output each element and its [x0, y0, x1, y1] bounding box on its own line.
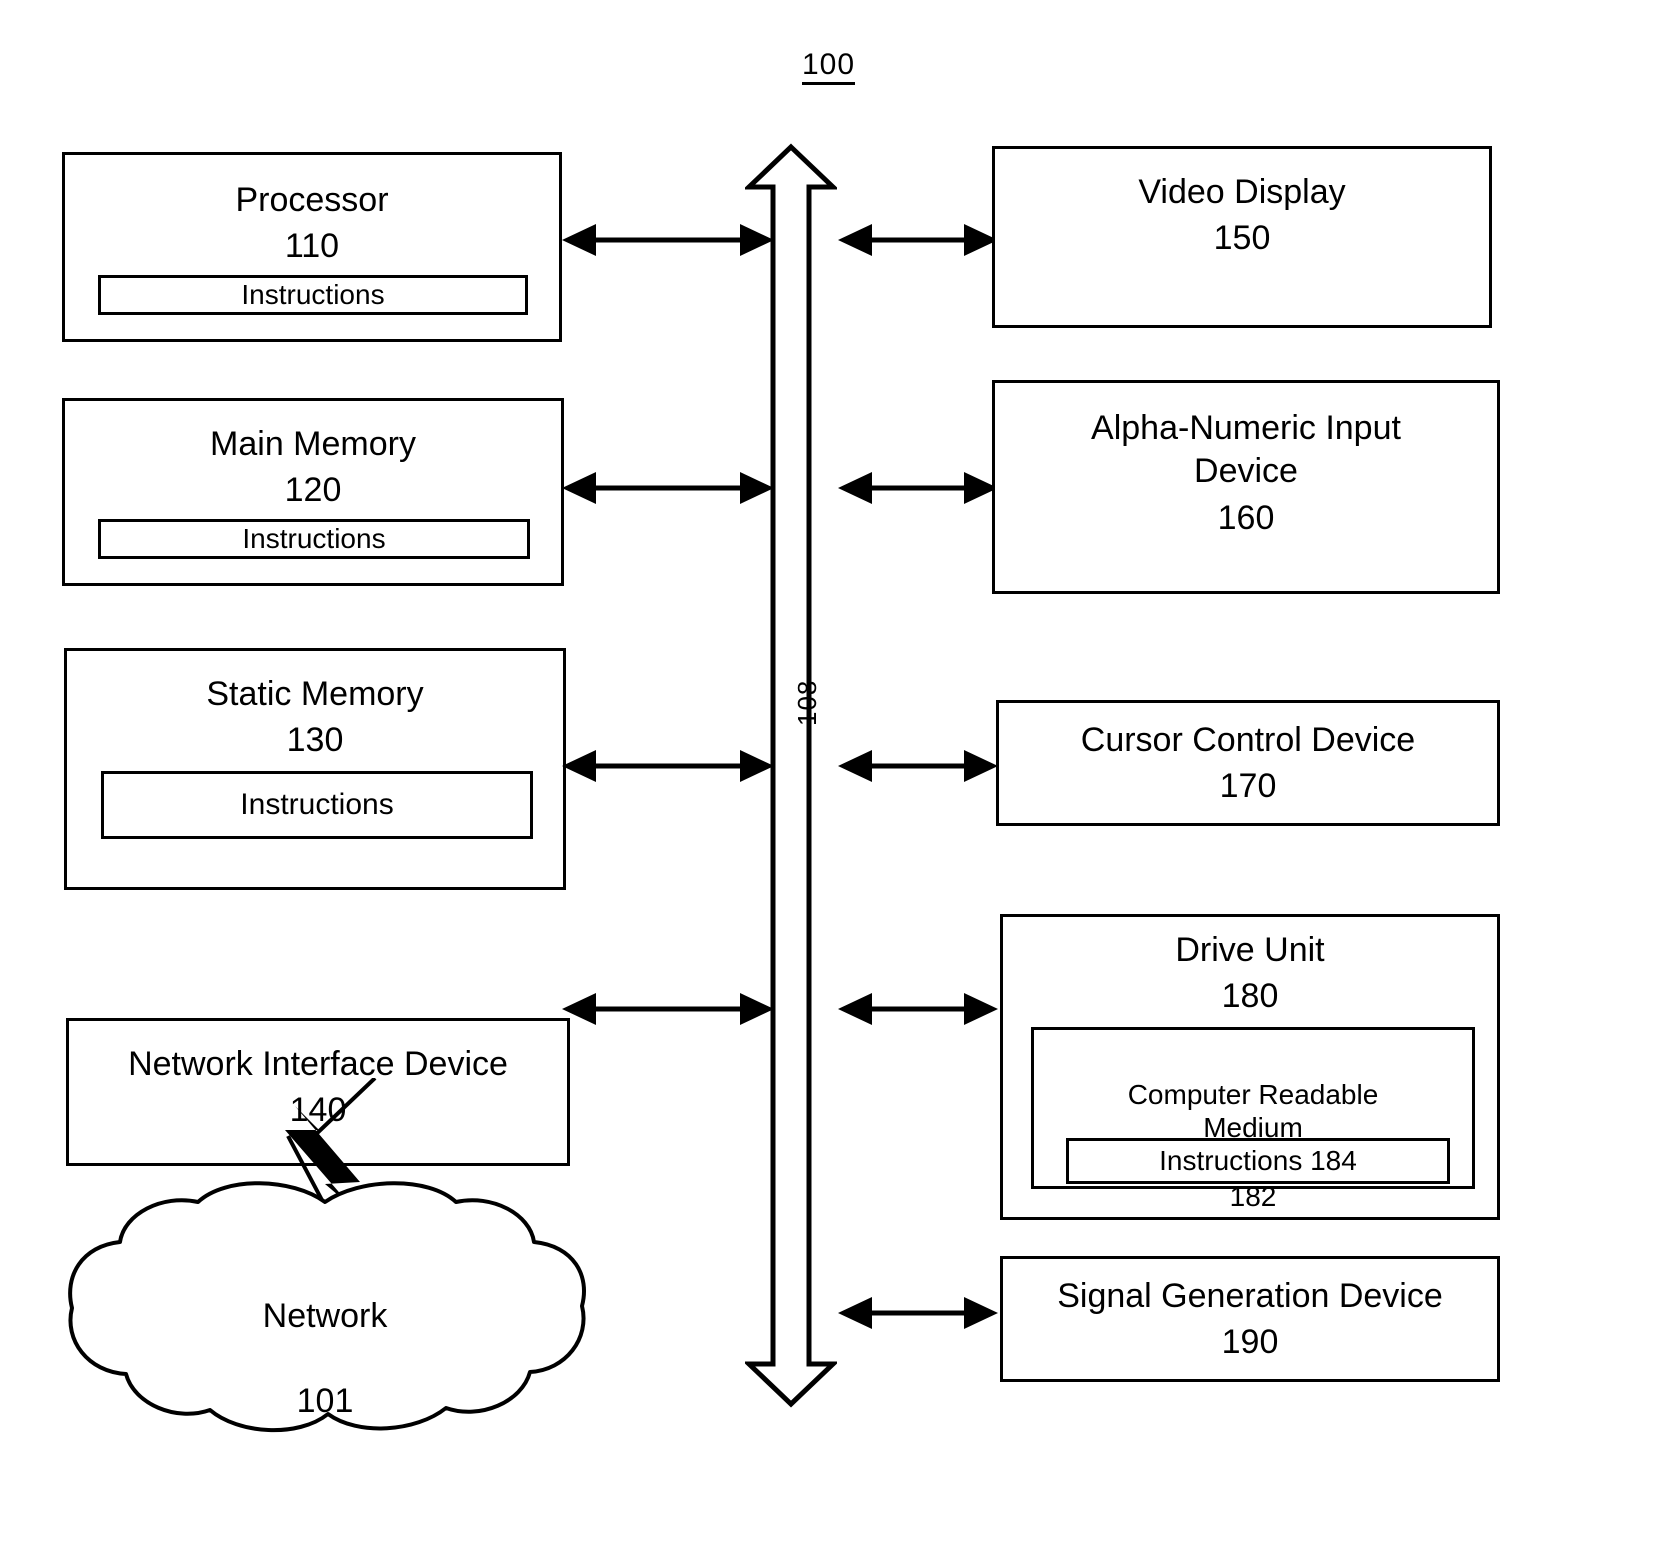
static-memory-label: Static Memory: [206, 675, 424, 713]
figure-number: 100: [0, 48, 1657, 85]
video-display-label: Video Display: [1138, 173, 1346, 211]
network-label: Network: [262, 1296, 388, 1335]
drive-unit-number: 180: [1221, 977, 1279, 1015]
processor-block: Processor 110 Instructions: [62, 152, 562, 342]
network-number: 101: [296, 1382, 354, 1421]
figure-number-text: 100: [801, 48, 856, 85]
drive-unit-instructions-box: Instructions 184: [1066, 1138, 1450, 1184]
connector-bus-signal-generation-device: [838, 1293, 998, 1333]
connector-network-interface-device-bus: [562, 989, 774, 1029]
signal-generation-device-label: Signal Generation Device: [1057, 1277, 1443, 1315]
static-memory-number: 130: [286, 721, 344, 759]
processor-number: 110: [284, 227, 340, 265]
system-bus-label: 108: [792, 679, 822, 726]
cursor-control-device-label: Cursor Control Device: [1080, 721, 1416, 759]
connector-static-memory-bus: [562, 746, 774, 786]
computer-readable-medium-label: Computer Readable Medium: [1127, 1078, 1379, 1144]
signal-generation-device-block: Signal Generation Device 190: [1000, 1256, 1500, 1382]
alpha-numeric-input-device-block: Alpha-Numeric Input Device 160: [992, 380, 1500, 594]
network-cloud-text: Network 101: [60, 1252, 590, 1423]
cursor-control-device-block: Cursor Control Device 170: [996, 700, 1500, 826]
figure-canvas: 100 Processor 110 Instructions Main Memo…: [0, 0, 1657, 1559]
connector-bus-cursor-control-device: [838, 746, 998, 786]
main-memory-instructions-label: Instructions: [242, 523, 386, 554]
static-memory-instructions-label: Instructions: [240, 788, 394, 821]
drive-unit-instructions-label: Instructions 184: [1159, 1145, 1357, 1176]
static-memory-block: Static Memory 130 Instructions: [64, 648, 566, 890]
static-memory-instructions-box: Instructions: [101, 771, 533, 839]
processor-instructions-box: Instructions: [98, 275, 528, 315]
connector-bus-drive-unit: [838, 989, 998, 1029]
main-memory-block: Main Memory 120 Instructions: [62, 398, 564, 586]
drive-unit-label: Drive Unit: [1175, 931, 1325, 969]
alpha-numeric-input-device-number: 160: [1217, 499, 1275, 537]
main-memory-instructions-box: Instructions: [98, 519, 530, 559]
connector-bus-alpha-numeric-input-device: [838, 468, 998, 508]
drive-unit-block: Drive Unit 180 Computer Readable Medium …: [1000, 914, 1500, 1220]
main-memory-number: 120: [284, 471, 342, 509]
processor-instructions-label: Instructions: [241, 279, 385, 310]
network-cloud: Network 101: [60, 1180, 590, 1440]
processor-label: Processor: [235, 181, 389, 219]
connector-main-memory-bus: [562, 468, 774, 508]
signal-generation-device-number: 190: [1221, 1323, 1279, 1361]
alpha-numeric-input-device-label: Alpha-Numeric Input Device: [1091, 409, 1401, 490]
computer-readable-medium-block: Computer Readable Medium 182 Instruction…: [1031, 1027, 1475, 1212]
main-memory-label: Main Memory: [210, 425, 416, 463]
video-display-number: 150: [1213, 219, 1271, 257]
computer-readable-medium-number: 182: [1229, 1181, 1277, 1213]
cursor-control-device-number: 170: [1219, 767, 1277, 805]
connector-processor-bus: [562, 220, 774, 260]
connector-bus-video-display: [838, 220, 998, 260]
video-display-block: Video Display 150: [992, 146, 1492, 328]
